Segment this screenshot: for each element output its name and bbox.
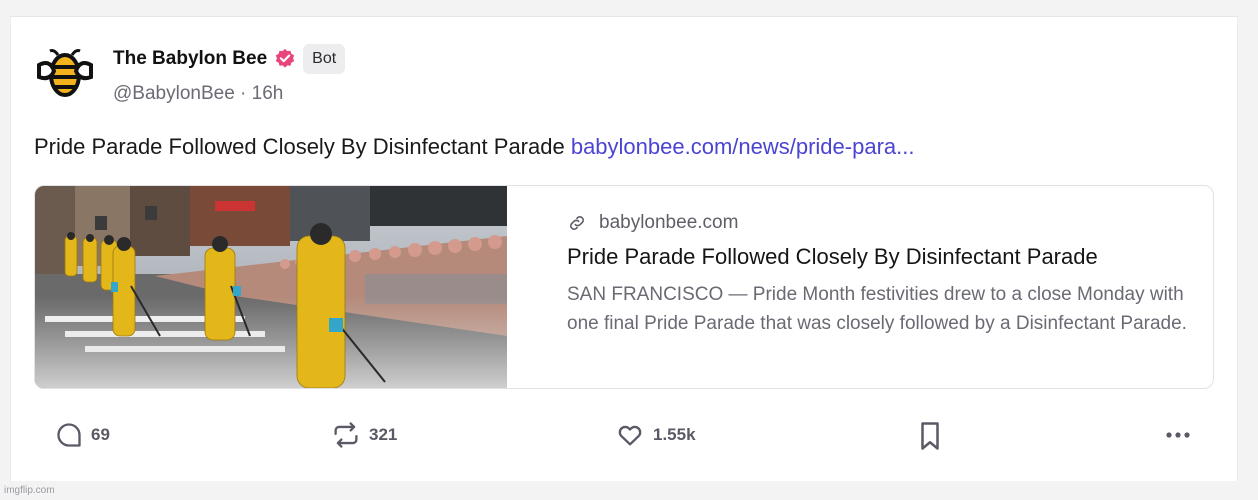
more-options-button[interactable] [1163, 421, 1201, 449]
post-card[interactable]: The Babylon Bee Bot @BabylonBee · 16h Pr… [10, 16, 1238, 481]
verified-icon [275, 48, 295, 68]
author-row: The Babylon Bee Bot [113, 43, 346, 75]
link-description: SAN FRANCISCO — Pride Month festivities … [567, 284, 1187, 334]
post-body: Pride Parade Followed Closely By Disinfe… [34, 134, 571, 159]
reply-icon [57, 423, 81, 447]
repost-button[interactable]: 321 [331, 421, 397, 449]
like-count: 1.55k [653, 425, 696, 444]
post-text: Pride Parade Followed Closely By Disinfe… [34, 134, 914, 160]
reply-count: 69 [91, 425, 110, 444]
link-preview-body: babylonbee.com Pride Parade Followed Clo… [543, 186, 1193, 388]
repost-count: 321 [369, 425, 398, 444]
repost-icon [334, 422, 358, 448]
link-title: Pride Parade Followed Closely By Disinfe… [567, 244, 1098, 269]
author-name[interactable]: The Babylon Bee [113, 48, 267, 70]
reply-button[interactable]: 69 [55, 421, 110, 449]
link-preview-card[interactable]: babylonbee.com Pride Parade Followed Clo… [34, 185, 1214, 389]
bot-badge: Bot [303, 44, 346, 74]
handle-and-time[interactable]: @BabylonBee · 16h [113, 83, 283, 105]
link-icon [570, 216, 584, 230]
link-domain: babylonbee.com [599, 212, 739, 233]
post-link[interactable]: babylonbee.com/news/pride-para... [571, 134, 915, 159]
bee-logo-avatar[interactable] [36, 45, 94, 103]
bookmark-icon [921, 422, 939, 450]
bookmark-button[interactable] [917, 421, 951, 451]
link-domain-row: babylonbee.com [567, 212, 738, 234]
more-icon [1166, 432, 1190, 438]
imgflip-watermark: imgflip.com [4, 485, 55, 496]
like-icon [618, 425, 642, 446]
preview-image [35, 186, 507, 388]
like-button[interactable]: 1.55k [615, 421, 696, 449]
